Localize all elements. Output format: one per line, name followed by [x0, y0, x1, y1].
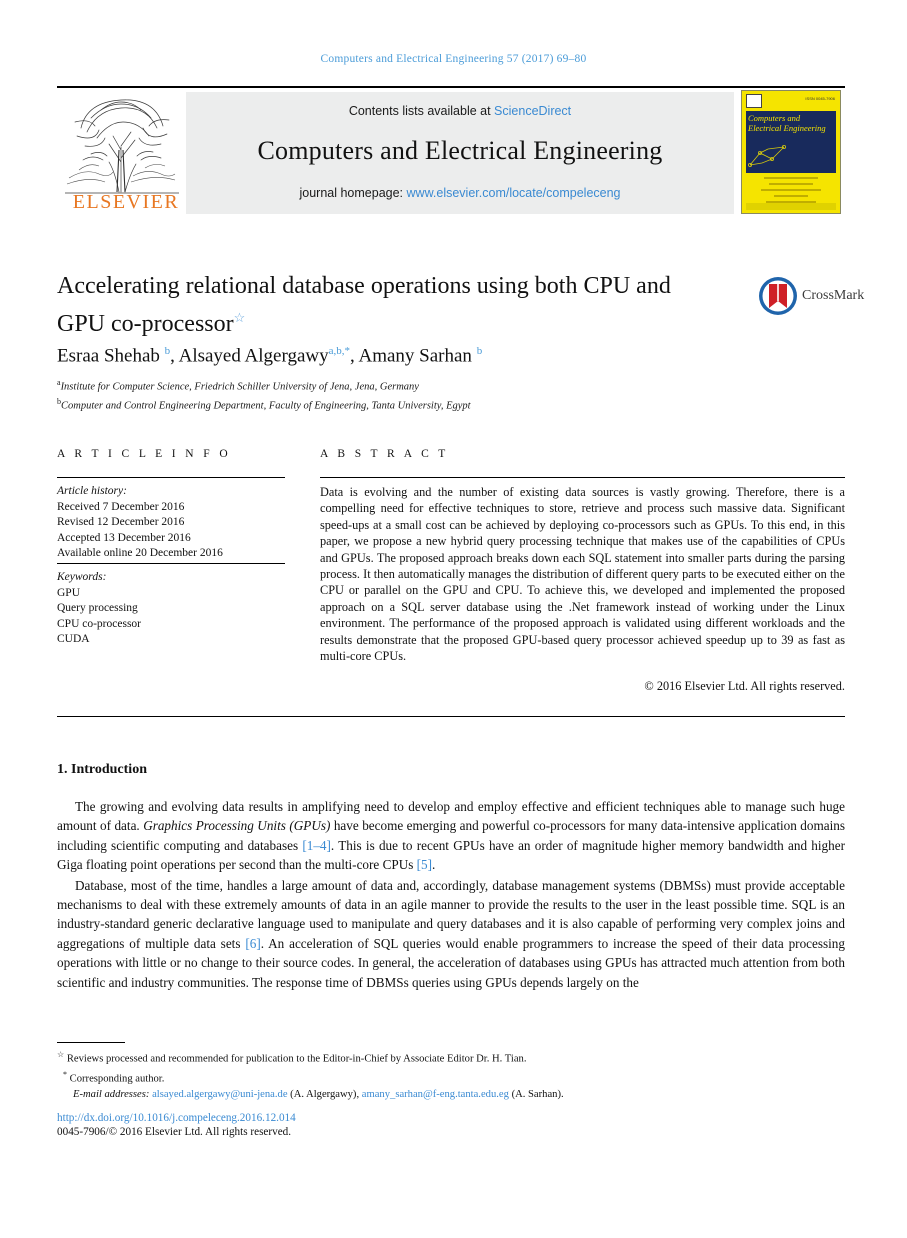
footnote-emails: E-mail addresses: alsayed.algergawy@uni-… — [57, 1087, 845, 1103]
cover-issn-note: ISSN 0045-7906 — [805, 96, 835, 101]
email-name-sarhan: (A. Sarhan). — [511, 1089, 564, 1101]
email-link-sarhan[interactable]: amany_sarhan@f-eng.tanta.edu.eg — [362, 1089, 509, 1100]
citation-ref-5[interactable]: [5] — [417, 857, 432, 872]
cover-mesh-graphic — [748, 145, 787, 167]
history-item: Available online 20 December 2016 — [57, 547, 223, 559]
contents-band: Contents lists available at ScienceDirec… — [186, 92, 734, 214]
doi-link[interactable]: http://dx.doi.org/10.1016/j.compeleceng.… — [57, 1112, 296, 1124]
title-text: Accelerating relational database operati… — [57, 273, 671, 337]
affiliation-a-text: Institute for Computer Science, Friedric… — [60, 381, 419, 393]
homepage-link[interactable]: www.elsevier.com/locate/compeleceng — [407, 186, 621, 200]
crossmark-badge[interactable]: CrossMark — [758, 276, 864, 320]
cover-publisher-mark — [746, 94, 762, 108]
abstract-column: A B S T R A C T — [320, 448, 845, 469]
abstract-text: Data is evolving and the number of exist… — [320, 485, 845, 664]
footnote-rule — [57, 1042, 125, 1043]
footnote-star-marker: ☆ — [57, 1050, 65, 1059]
journal-cover-thumbnail: ISSN 0045-7906 Computers and Electrical … — [741, 90, 841, 214]
keyword-item: CUDA — [57, 633, 90, 645]
affiliation-a: aInstitute for Computer Science, Friedri… — [57, 376, 757, 395]
article-info-column: A R T I C L E I N F O — [57, 448, 287, 469]
running-head: Computers and Electrical Engineering 57 … — [320, 53, 587, 65]
footnote-block: ☆ Reviews processed and recommended for … — [57, 1047, 845, 1103]
article-history: Article history: Received 7 December 201… — [57, 484, 297, 562]
keywords-label: Keywords: — [57, 571, 107, 583]
info-rule-top — [57, 477, 285, 478]
section-heading-introduction: 1. Introduction — [57, 762, 147, 777]
crossmark-label: CrossMark — [802, 288, 865, 303]
keyword-item: GPU — [57, 586, 81, 599]
elsevier-wordmark: ELSEVIER — [72, 191, 180, 213]
history-item: Accepted 13 December 2016 — [57, 531, 191, 544]
footnote-star: ☆ Reviews processed and recommended for … — [57, 1047, 845, 1067]
affiliations: aInstitute for Computer Science, Friedri… — [57, 376, 757, 414]
cover-title-line1: Computers and — [748, 113, 801, 123]
paragraph-2: Database, most of the time, handles a la… — [57, 876, 845, 992]
abstract-rule-top — [320, 477, 845, 478]
citation-ref-1-4[interactable]: [1–4] — [302, 838, 331, 853]
introduction-body: The growing and evolving data results in… — [57, 797, 845, 992]
article-info-heading: A R T I C L E I N F O — [57, 448, 232, 460]
cover-title: Computers and Electrical Engineering — [748, 113, 836, 133]
p1-part-d: . — [432, 857, 436, 873]
footnote-star-text: Reviews processed and recommended for pu… — [66, 1053, 527, 1065]
author-list: Esraa Shehab b, Alsayed Algergawya,b,*, … — [57, 345, 483, 367]
affiliation-b-text: Computer and Control Engineering Departm… — [61, 400, 471, 412]
history-item: Received 7 December 2016 — [57, 500, 185, 513]
title-footnote-marker: ☆ — [233, 310, 246, 325]
footnote-corresponding: * Corresponding author. — [57, 1067, 845, 1087]
journal-title: Computers and Electrical Engineering — [257, 136, 663, 165]
keyword-item: CPU co-processor — [57, 617, 141, 630]
cover-footer-bar — [746, 203, 836, 210]
sciencedirect-link[interactable]: ScienceDirect — [494, 104, 571, 118]
contents-prefix: Contents lists available at — [348, 104, 495, 118]
p1-italic-term: Graphics Processing Units (GPUs) — [143, 818, 331, 834]
page-title: Accelerating relational database operati… — [57, 270, 717, 340]
elsevier-logo: ELSEVIER — [61, 92, 183, 214]
contents-line: Contents lists available at ScienceDirec… — [186, 104, 734, 118]
journal-homepage-line: journal homepage: www.elsevier.com/locat… — [186, 186, 734, 200]
article-history-label: Article history: — [57, 485, 127, 497]
footnote-asterisk-marker: * — [63, 1070, 67, 1080]
paper-page: Computers and Electrical Engineering 57 … — [0, 0, 907, 1238]
issn-copyright-line: 0045-7906/© 2016 Elsevier Ltd. All right… — [57, 1126, 292, 1138]
footnote-corresponding-text: Corresponding author. — [69, 1073, 165, 1085]
paragraph-1: The growing and evolving data results in… — [57, 797, 845, 875]
email-label: E-mail addresses: — [73, 1089, 150, 1101]
history-item: Revised 12 December 2016 — [57, 516, 185, 528]
keyword-item: Query processing — [57, 602, 138, 614]
abstract-rule-bottom — [57, 716, 845, 717]
masthead-top-rule — [57, 86, 845, 88]
affiliation-b: bComputer and Control Engineering Depart… — [57, 395, 757, 414]
keywords-block: Keywords: GPU Query processing CPU co-pr… — [57, 570, 297, 648]
info-rule-mid — [57, 563, 285, 564]
homepage-prefix: journal homepage: — [299, 186, 407, 200]
email-link-algergawy[interactable]: alsayed.algergawy@uni-jena.de — [152, 1089, 287, 1100]
email-name-algergawy: (A. Algergawy), — [290, 1089, 360, 1101]
cover-title-line2: Electrical Engineering — [748, 123, 826, 133]
journal-masthead: ELSEVIER Contents lists available at Sci… — [57, 90, 845, 214]
crossmark-icon — [759, 277, 797, 315]
abstract-copyright: © 2016 Elsevier Ltd. All rights reserved… — [644, 679, 845, 693]
abstract-heading: A B S T R A C T — [320, 448, 449, 460]
citation-ref-6[interactable]: [6] — [245, 936, 260, 951]
cover-editor-block — [748, 177, 834, 209]
